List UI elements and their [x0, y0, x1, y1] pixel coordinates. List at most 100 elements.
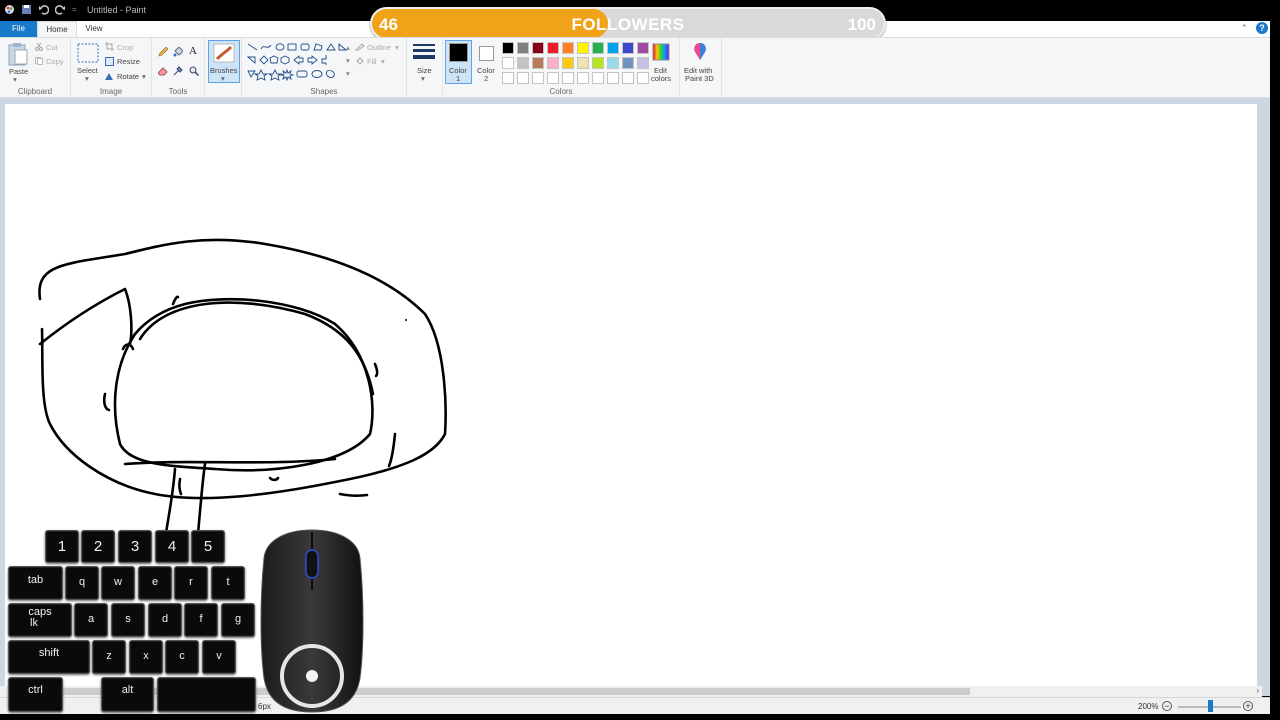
palette-swatch[interactable] [502, 42, 514, 54]
image-group: Select ▾ Crop Resize Rotate ▾ Image [71, 38, 152, 98]
fill-icon [356, 57, 364, 65]
palette-swatch[interactable] [517, 57, 529, 69]
shapes-scroll-down-icon[interactable]: ▾ [346, 56, 350, 65]
zoom-level: 200% [1138, 702, 1159, 711]
size-icon[interactable] [413, 43, 435, 63]
zoom-slider-thumb[interactable] [1208, 700, 1213, 712]
undo-icon[interactable] [38, 4, 49, 15]
shapes-gallery[interactable] [247, 43, 347, 81]
outline-dropdown-icon[interactable]: ▾ [395, 43, 399, 52]
tab-view[interactable]: View [78, 21, 110, 37]
eraser-icon[interactable] [158, 66, 168, 76]
color-palette [502, 42, 649, 84]
shapes-expand-icon[interactable]: ▾ [346, 69, 350, 78]
palette-swatch[interactable] [592, 57, 604, 69]
edit-colors-icon[interactable] [652, 43, 670, 61]
text-tool-icon[interactable]: A [189, 45, 197, 57]
palette-swatch[interactable] [532, 72, 544, 84]
copy-button[interactable]: Copy [46, 57, 64, 66]
palette-swatch[interactable] [577, 42, 589, 54]
key-1: 1 [45, 530, 79, 563]
rotate-dropdown-icon[interactable]: ▾ [142, 72, 146, 81]
zoom-out-icon[interactable]: − [1162, 701, 1172, 711]
key-q: q [65, 566, 99, 600]
palette-swatch[interactable] [547, 72, 559, 84]
drawing-canvas[interactable] [5, 104, 1257, 688]
palette-swatch[interactable] [622, 57, 634, 69]
palette-swatch[interactable] [547, 57, 559, 69]
paint3d-line2[interactable]: Paint 3D [685, 74, 714, 83]
palette-swatch[interactable] [592, 72, 604, 84]
color2-swatch[interactable] [479, 46, 494, 61]
brushes-dropdown-icon[interactable]: ▾ [221, 74, 225, 83]
qat-customize-icon[interactable]: = [72, 5, 77, 14]
tab-file[interactable]: File [0, 21, 37, 37]
palette-swatch[interactable] [607, 42, 619, 54]
palette-swatch[interactable] [532, 42, 544, 54]
paint3d-icon[interactable] [692, 42, 708, 62]
palette-swatch[interactable] [637, 57, 649, 69]
select-icon[interactable] [77, 43, 99, 63]
key-g: g [221, 603, 255, 637]
outline-button[interactable]: Outline [367, 43, 391, 52]
palette-swatch[interactable] [592, 42, 604, 54]
copy-icon [35, 57, 43, 65]
palette-swatch[interactable] [637, 72, 649, 84]
size-dropdown-icon[interactable]: ▾ [421, 74, 425, 83]
crop-button[interactable]: Crop [117, 43, 133, 52]
color-picker-icon[interactable] [173, 66, 183, 76]
palette-swatch[interactable] [622, 72, 634, 84]
save-icon[interactable] [21, 4, 32, 15]
palette-swatch[interactable] [607, 57, 619, 69]
quick-access-toolbar: = [4, 4, 77, 15]
followers-count: 46 [379, 15, 398, 34]
fill-dropdown-icon[interactable]: ▾ [381, 57, 385, 66]
shapes-group-label: Shapes [310, 87, 338, 96]
key-space [157, 677, 256, 712]
palette-swatch[interactable] [622, 42, 634, 54]
scroll-right-icon[interactable]: › [1256, 686, 1259, 695]
followers-goal-bar: FOLLOWERS 46 100 [370, 7, 886, 40]
horizontal-scroll-thumb[interactable] [12, 688, 970, 695]
palette-swatch[interactable] [517, 42, 529, 54]
select-dropdown-icon[interactable]: ▾ [85, 74, 89, 83]
pencil-icon[interactable] [158, 47, 168, 57]
resize-button[interactable]: Resize [117, 57, 140, 66]
key-ctrl: ctrl [8, 677, 63, 712]
key-e: e [138, 566, 172, 600]
color1-label-line2: 1 [456, 74, 461, 83]
rotate-icon [105, 73, 113, 80]
palette-swatch[interactable] [607, 72, 619, 84]
size-group: Size ▾ [407, 38, 443, 98]
zoom-in-icon[interactable]: + [1243, 701, 1253, 711]
redo-icon[interactable] [55, 4, 66, 15]
palette-swatch[interactable] [577, 57, 589, 69]
palette-swatch[interactable] [637, 42, 649, 54]
palette-swatch[interactable] [502, 72, 514, 84]
fill-button[interactable]: Fill [367, 57, 377, 66]
palette-swatch[interactable] [547, 42, 559, 54]
paste-button[interactable]: Paste [9, 67, 28, 76]
magnifier-icon[interactable] [189, 66, 199, 76]
shapes-scroll-up-icon[interactable]: ▴ [346, 43, 350, 52]
cut-button[interactable]: Cut [46, 43, 58, 52]
palette-swatch[interactable] [532, 57, 544, 69]
ribbon-collapse-icon[interactable]: ⌃ [1240, 23, 1248, 34]
paste-dropdown-icon[interactable]: ▾ [13, 75, 17, 84]
image-group-label: Image [99, 87, 123, 96]
paste-icon[interactable] [8, 42, 28, 66]
key-f: f [184, 603, 218, 637]
palette-swatch[interactable] [502, 57, 514, 69]
palette-swatch[interactable] [562, 72, 574, 84]
clipboard-group: Paste ▾ Cut Copy Clipboard [0, 38, 71, 98]
resize-icon [105, 57, 114, 66]
tab-home[interactable]: Home [37, 21, 77, 37]
rotate-button[interactable]: Rotate [117, 72, 139, 81]
help-icon[interactable]: ? [1256, 22, 1268, 34]
palette-swatch[interactable] [562, 57, 574, 69]
palette-swatch[interactable] [562, 42, 574, 54]
palette-swatch[interactable] [577, 72, 589, 84]
fill-bucket-icon[interactable] [173, 47, 183, 57]
edit-colors-line2[interactable]: colors [651, 74, 671, 83]
palette-swatch[interactable] [517, 72, 529, 84]
